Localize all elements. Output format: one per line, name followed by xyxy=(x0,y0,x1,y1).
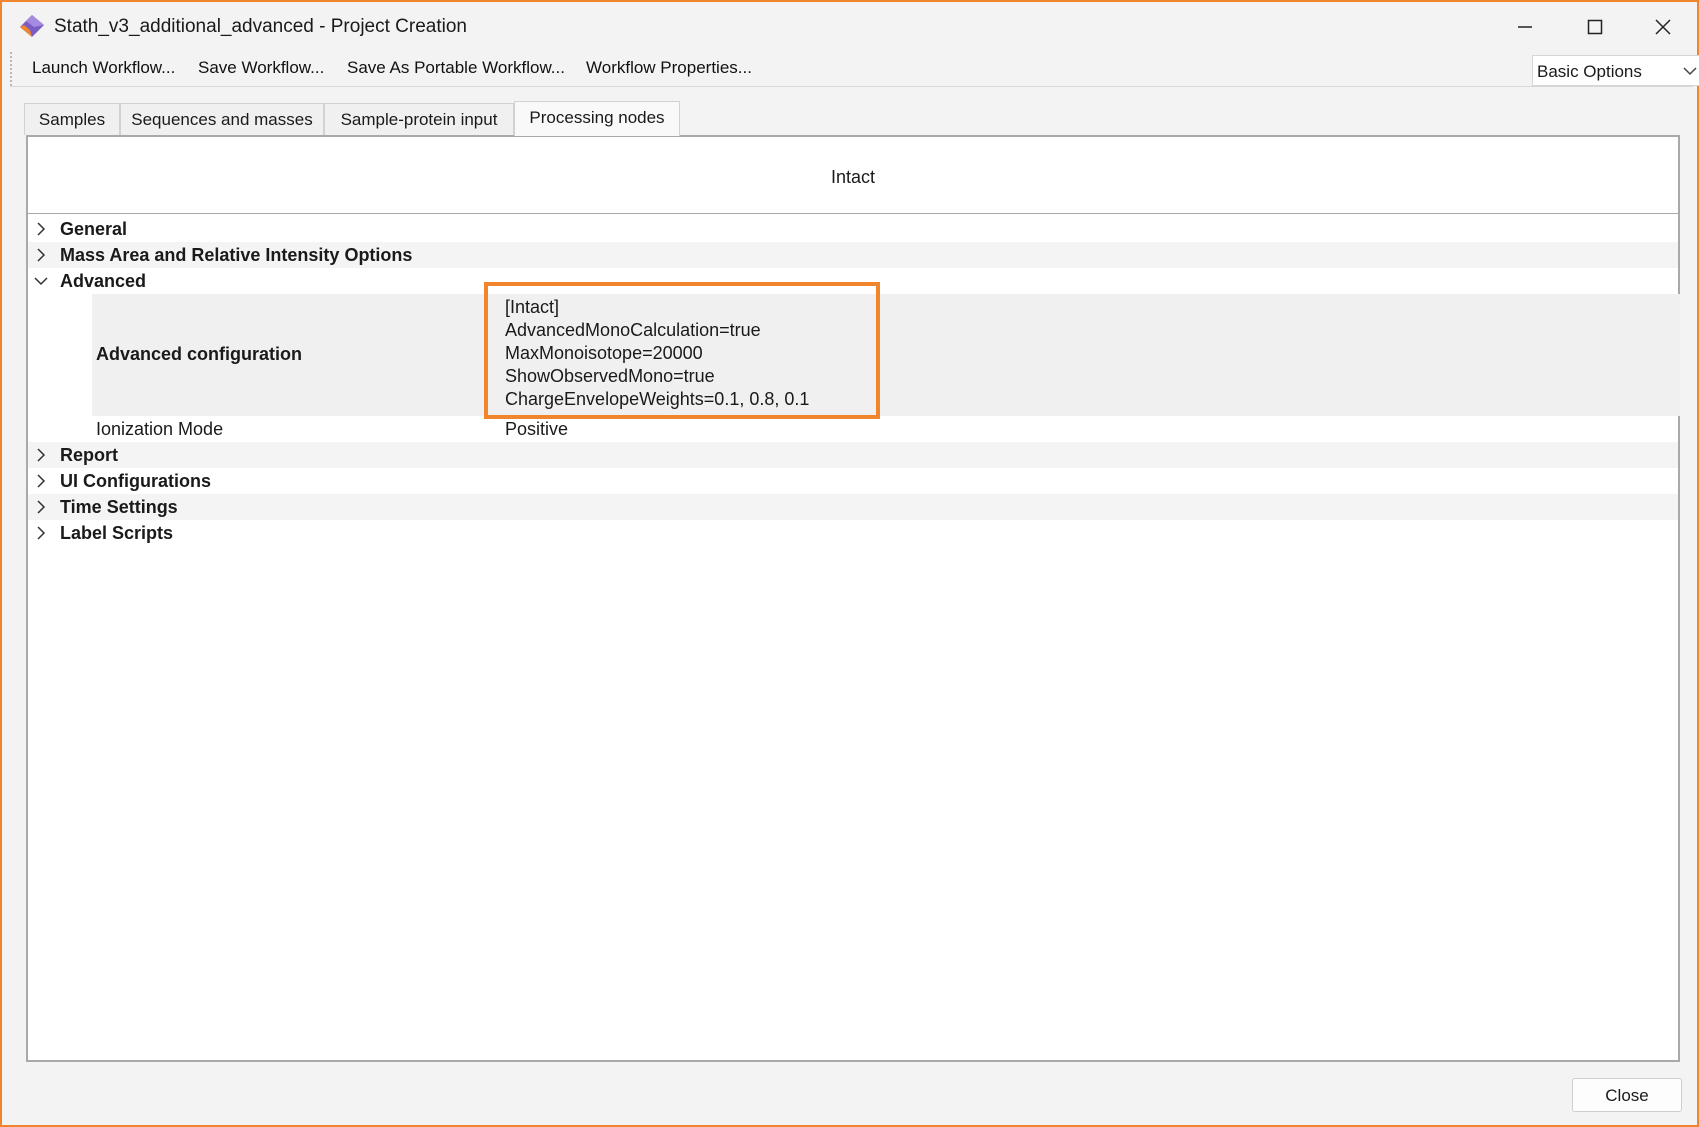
tab-sequences-and-masses[interactable]: Sequences and masses xyxy=(120,103,324,135)
launch-workflow-button[interactable]: Launch Workflow... xyxy=(32,58,175,78)
node-header: Intact xyxy=(28,137,1678,214)
maximize-button[interactable] xyxy=(1560,6,1630,48)
config-line: MaxMonoisotope=20000 xyxy=(505,343,703,363)
minimize-button[interactable] xyxy=(1490,6,1560,48)
processing-node-panel: Intact General Mass Area and Relative In… xyxy=(26,135,1680,1062)
section-report[interactable]: Report xyxy=(28,442,1678,468)
project-creation-window: Stath_v3_additional_advanced - Project C… xyxy=(0,0,1699,1127)
chevron-right-icon xyxy=(37,222,46,236)
close-icon xyxy=(1655,19,1671,35)
toolbar-divider xyxy=(10,86,1693,87)
chevron-right-icon xyxy=(37,448,46,462)
options-level-select[interactable]: Basic Options xyxy=(1532,55,1699,86)
workflow-toolbar: Launch Workflow... Save Workflow... Save… xyxy=(10,52,1699,86)
title-bar[interactable]: Stath_v3_additional_advanced - Project C… xyxy=(2,2,1697,52)
tab-samples[interactable]: Samples xyxy=(24,103,120,135)
workflow-properties-button[interactable]: Workflow Properties... xyxy=(586,58,752,78)
ionization-mode-value: Positive xyxy=(505,419,569,439)
close-button[interactable]: Close xyxy=(1572,1078,1682,1112)
close-window-button[interactable] xyxy=(1628,6,1698,48)
config-line: ShowObservedMono=true xyxy=(505,366,715,386)
chevron-right-icon xyxy=(37,526,46,540)
section-general[interactable]: General xyxy=(28,216,1678,242)
section-label: General xyxy=(60,219,128,239)
section-advanced[interactable]: Advanced xyxy=(28,268,1678,294)
section-time-settings[interactable]: Time Settings xyxy=(28,494,1678,520)
section-label: Label Scripts xyxy=(60,523,174,543)
tab-sample-protein-input[interactable]: Sample-protein input xyxy=(324,103,514,135)
chevron-right-icon xyxy=(37,500,46,514)
advanced-configuration-value[interactable]: [Intact] AdvancedMonoCalculation=true Ma… xyxy=(505,296,809,411)
section-label-scripts[interactable]: Label Scripts xyxy=(28,520,1678,546)
tab-processing-nodes[interactable]: Processing nodes xyxy=(514,101,680,136)
ionization-mode-label: Ionization Mode xyxy=(96,419,224,439)
node-title: Intact xyxy=(830,167,876,187)
chevron-down-icon xyxy=(1683,67,1697,76)
chevron-down-icon xyxy=(34,277,48,286)
config-line: ChargeEnvelopeWeights=0.1, 0.8, 0.1 xyxy=(505,389,810,409)
section-mass-area[interactable]: Mass Area and Relative Intensity Options xyxy=(28,242,1678,268)
save-workflow-button[interactable]: Save Workflow... xyxy=(198,58,324,78)
section-label: Advanced xyxy=(60,271,147,291)
section-label: Report xyxy=(60,445,118,465)
chevron-right-icon xyxy=(37,248,46,262)
chevron-right-icon xyxy=(37,474,46,488)
section-ui-configurations[interactable]: UI Configurations xyxy=(28,468,1678,494)
app-logo-icon xyxy=(20,15,44,37)
window-title: Stath_v3_additional_advanced - Project C… xyxy=(54,16,467,37)
section-label: Mass Area and Relative Intensity Options xyxy=(60,245,413,265)
maximize-icon xyxy=(1587,19,1603,35)
minimize-icon xyxy=(1518,26,1532,28)
config-line: [Intact] xyxy=(505,297,560,317)
save-as-portable-workflow-button[interactable]: Save As Portable Workflow... xyxy=(347,58,565,78)
options-level-value: Basic Options xyxy=(1537,62,1642,81)
section-label: Time Settings xyxy=(60,497,178,517)
section-label: UI Configurations xyxy=(60,471,211,491)
ionization-mode-row[interactable]: Ionization Mode Positive xyxy=(28,416,1678,442)
config-line: AdvancedMonoCalculation=true xyxy=(505,320,761,340)
advanced-configuration-value-area: [Intact] AdvancedMonoCalculation=true Ma… xyxy=(28,282,1678,419)
